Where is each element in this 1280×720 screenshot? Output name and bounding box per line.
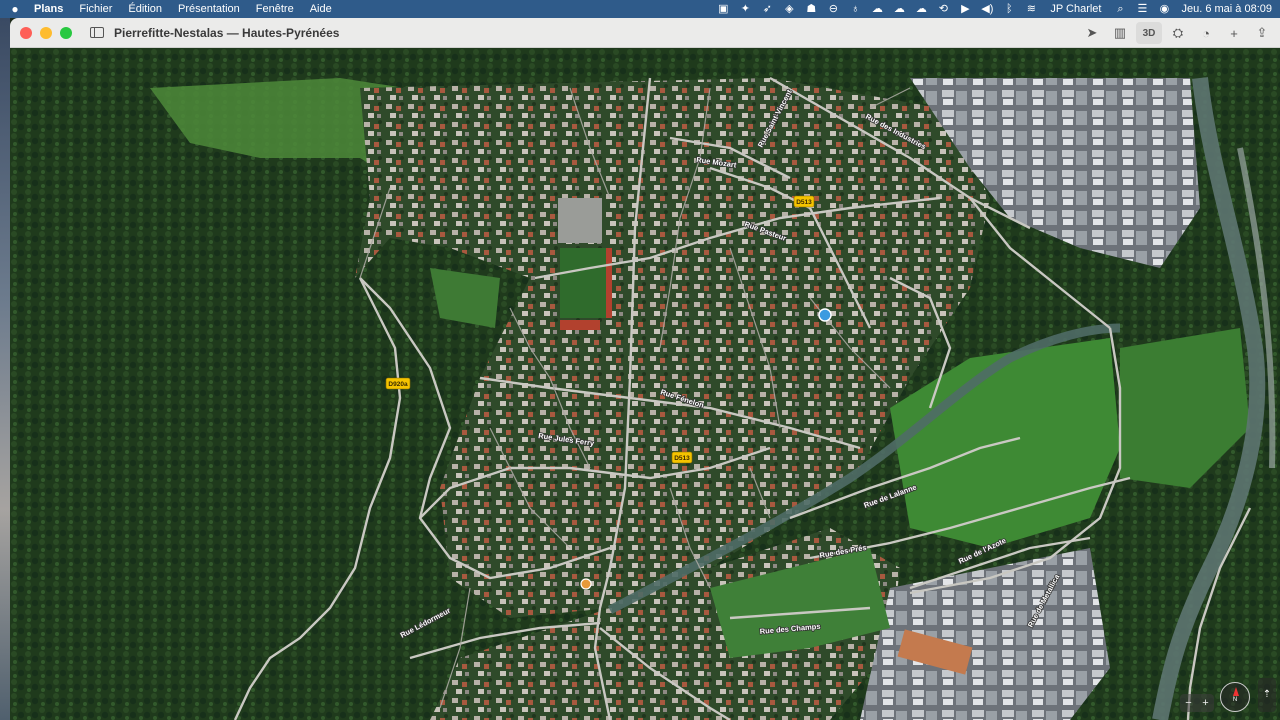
title-bar: Pierrefitte-Nestalas — Hautes-Pyrénées ➤… <box>10 18 1280 48</box>
desktop-background <box>0 18 10 720</box>
svg-text:D513: D513 <box>674 455 690 462</box>
zoom-control[interactable]: − + <box>1180 694 1214 712</box>
menu-bar: ● Plans Fichier Édition Présentation Fen… <box>0 0 1280 18</box>
screen-record-icon[interactable]: ▣ <box>712 0 734 18</box>
maps-window: Pierrefitte-Nestalas — Hautes-Pyrénées ➤… <box>10 18 1280 720</box>
road-shield: D513 <box>671 451 693 464</box>
pin-icon[interactable]: ♁ <box>844 0 866 18</box>
cloud-upload-icon[interactable]: ☁ <box>866 0 888 18</box>
menu-fichier[interactable]: Fichier <box>71 0 120 18</box>
zoom-out-icon[interactable]: − <box>1185 697 1191 709</box>
clock[interactable]: Jeu. 6 mai à 08:09 <box>1175 3 1280 15</box>
running-track <box>606 248 612 318</box>
siri-icon[interactable]: ◉ <box>1153 0 1175 18</box>
minus-circle-icon[interactable]: ⊖ <box>822 0 844 18</box>
tennis-court <box>560 320 600 330</box>
share-icon[interactable]: ⇪ <box>1248 22 1276 44</box>
bluetooth-icon[interactable]: ᛒ <box>998 0 1020 18</box>
menu-app-name[interactable]: Plans <box>30 0 71 18</box>
menu-presentation[interactable]: Présentation <box>170 0 248 18</box>
wifi-icon[interactable]: ≋ <box>1020 0 1042 18</box>
robot-icon[interactable]: ☗ <box>800 0 822 18</box>
play-icon[interactable]: ▶ <box>954 0 976 18</box>
road-shield: D513 <box>793 195 815 208</box>
location-arrow-icon[interactable]: ➤ <box>1078 22 1106 44</box>
volume-icon[interactable]: ◀) <box>976 0 998 18</box>
status-area: ▣ ✦ ➶ ◈ ☗ ⊖ ♁ ☁ ☁ ☁ ⟲ ▶ ◀) ᛒ ≋ JP Charle… <box>712 0 1280 18</box>
football-field <box>560 248 610 318</box>
poi-marker-orange[interactable] <box>580 578 592 590</box>
tilt-control[interactable]: ⇡ <box>1258 678 1276 712</box>
minimize-button[interactable] <box>40 26 52 39</box>
add-icon[interactable]: + <box>1220 22 1248 44</box>
apple-menu-icon[interactable]: ● <box>0 2 30 16</box>
tools-icon[interactable]: ✦ <box>734 0 756 18</box>
zoom-in-icon[interactable]: + <box>1202 697 1208 709</box>
map-mode-icon[interactable]: ▥ <box>1106 22 1134 44</box>
window-title: Pierrefitte-Nestalas — Hautes-Pyrénées <box>114 25 340 40</box>
search-icon[interactable]: ⌕ <box>1109 0 1131 18</box>
toolbar: ➤ ▥ 3D ⛭ ◔ + ⇪ <box>1078 18 1276 48</box>
poi-marker[interactable] <box>818 308 832 322</box>
time-machine-icon[interactable]: ⟲ <box>932 0 954 18</box>
svg-text:D513: D513 <box>796 199 812 206</box>
fullscreen-button[interactable] <box>60 26 72 39</box>
menu-fenetre[interactable]: Fenêtre <box>248 0 302 18</box>
control-center-icon[interactable]: ☰ <box>1131 0 1153 18</box>
parking-lot <box>558 198 602 243</box>
menu-edition[interactable]: Édition <box>120 0 170 18</box>
svg-text:D920a: D920a <box>388 381 408 388</box>
look-around-icon[interactable]: ⛭ <box>1164 22 1192 44</box>
road-shield: D920a <box>385 377 411 390</box>
dropbox-icon[interactable]: ◈ <box>778 0 800 18</box>
track-icon[interactable]: ◔ <box>1192 22 1220 44</box>
close-button[interactable] <box>20 26 32 39</box>
satellite-map[interactable]: Rue des Industries Rue Saint-Vincent Rue… <box>10 48 1280 720</box>
sidebar-toggle-icon[interactable] <box>90 27 104 38</box>
3d-button[interactable]: 3D <box>1136 22 1162 44</box>
compass-icon[interactable]: N <box>1220 682 1250 712</box>
cloud-download-icon[interactable]: ☁ <box>910 0 932 18</box>
rocket-icon[interactable]: ➶ <box>756 0 778 18</box>
user-name[interactable]: JP Charlet <box>1042 3 1109 15</box>
cloud-sync-icon[interactable]: ☁ <box>888 0 910 18</box>
menu-aide[interactable]: Aide <box>302 0 340 18</box>
